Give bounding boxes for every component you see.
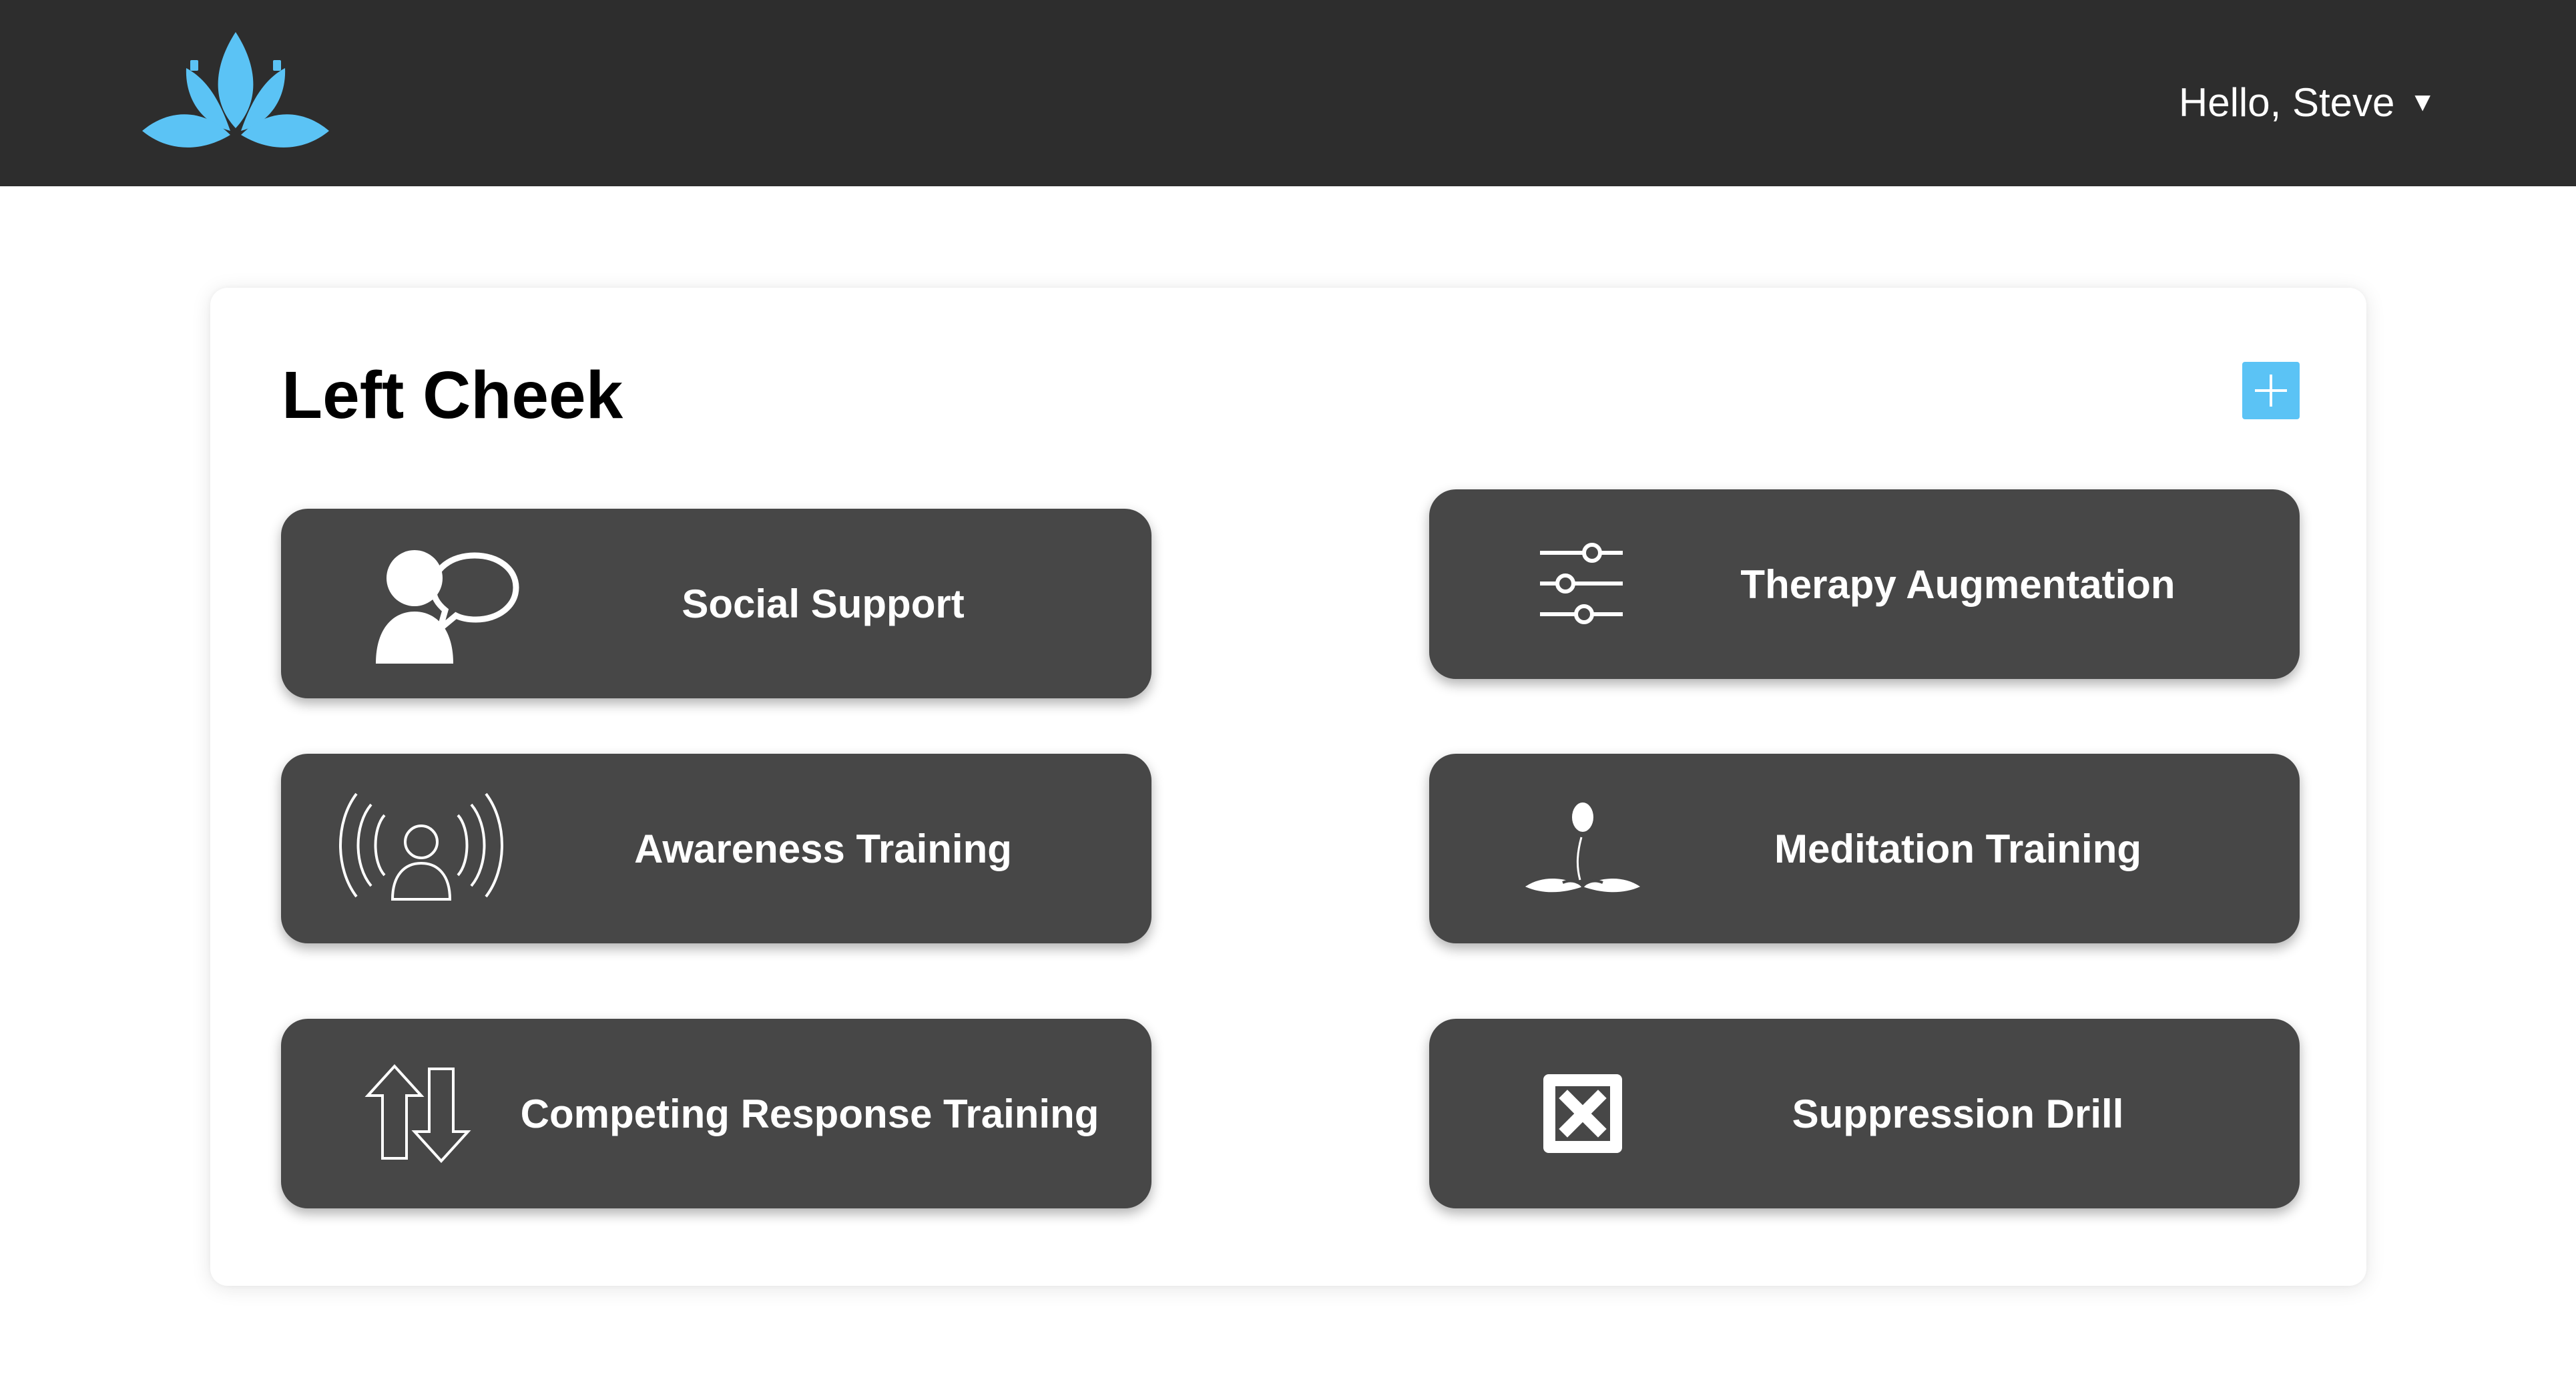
panel-title: Left Cheek bbox=[282, 358, 623, 433]
tile-meditation-training[interactable]: Meditation Training bbox=[1429, 754, 2300, 943]
plus-icon bbox=[2255, 375, 2287, 407]
training-panel: Left Cheek Social Support Therapy Augmen… bbox=[210, 288, 2366, 1286]
tile-label: Awareness Training bbox=[634, 826, 1012, 871]
add-button[interactable] bbox=[2242, 362, 2300, 419]
person-waves-icon bbox=[334, 754, 508, 943]
tile-competing-response-training[interactable]: Competing Response Training bbox=[281, 1019, 1151, 1208]
top-navigation-bar: Hello, Steve ▼ bbox=[0, 0, 2576, 186]
tile-label: Competing Response Training bbox=[520, 1091, 1099, 1136]
tile-label: Suppression Drill bbox=[1792, 1091, 2124, 1136]
tile-therapy-augmentation[interactable]: Therapy Augmentation bbox=[1429, 489, 2300, 679]
tile-label: Meditation Training bbox=[1774, 826, 2141, 871]
user-greeting: Hello, Steve bbox=[2178, 79, 2395, 125]
user-menu-dropdown[interactable]: Hello, Steve ▼ bbox=[2179, 75, 2436, 129]
tile-label: Therapy Augmentation bbox=[1740, 561, 2175, 607]
tile-awareness-training[interactable]: Awareness Training bbox=[281, 754, 1151, 943]
chevron-down-icon: ▼ bbox=[2409, 87, 2436, 117]
tile-label: Social Support bbox=[682, 581, 965, 626]
tile-suppression-drill[interactable]: Suppression Drill bbox=[1429, 1019, 2300, 1208]
tile-social-support[interactable]: Social Support bbox=[281, 509, 1151, 698]
up-down-arrows-icon bbox=[354, 1019, 481, 1208]
lotus-logo-icon[interactable] bbox=[142, 29, 329, 154]
